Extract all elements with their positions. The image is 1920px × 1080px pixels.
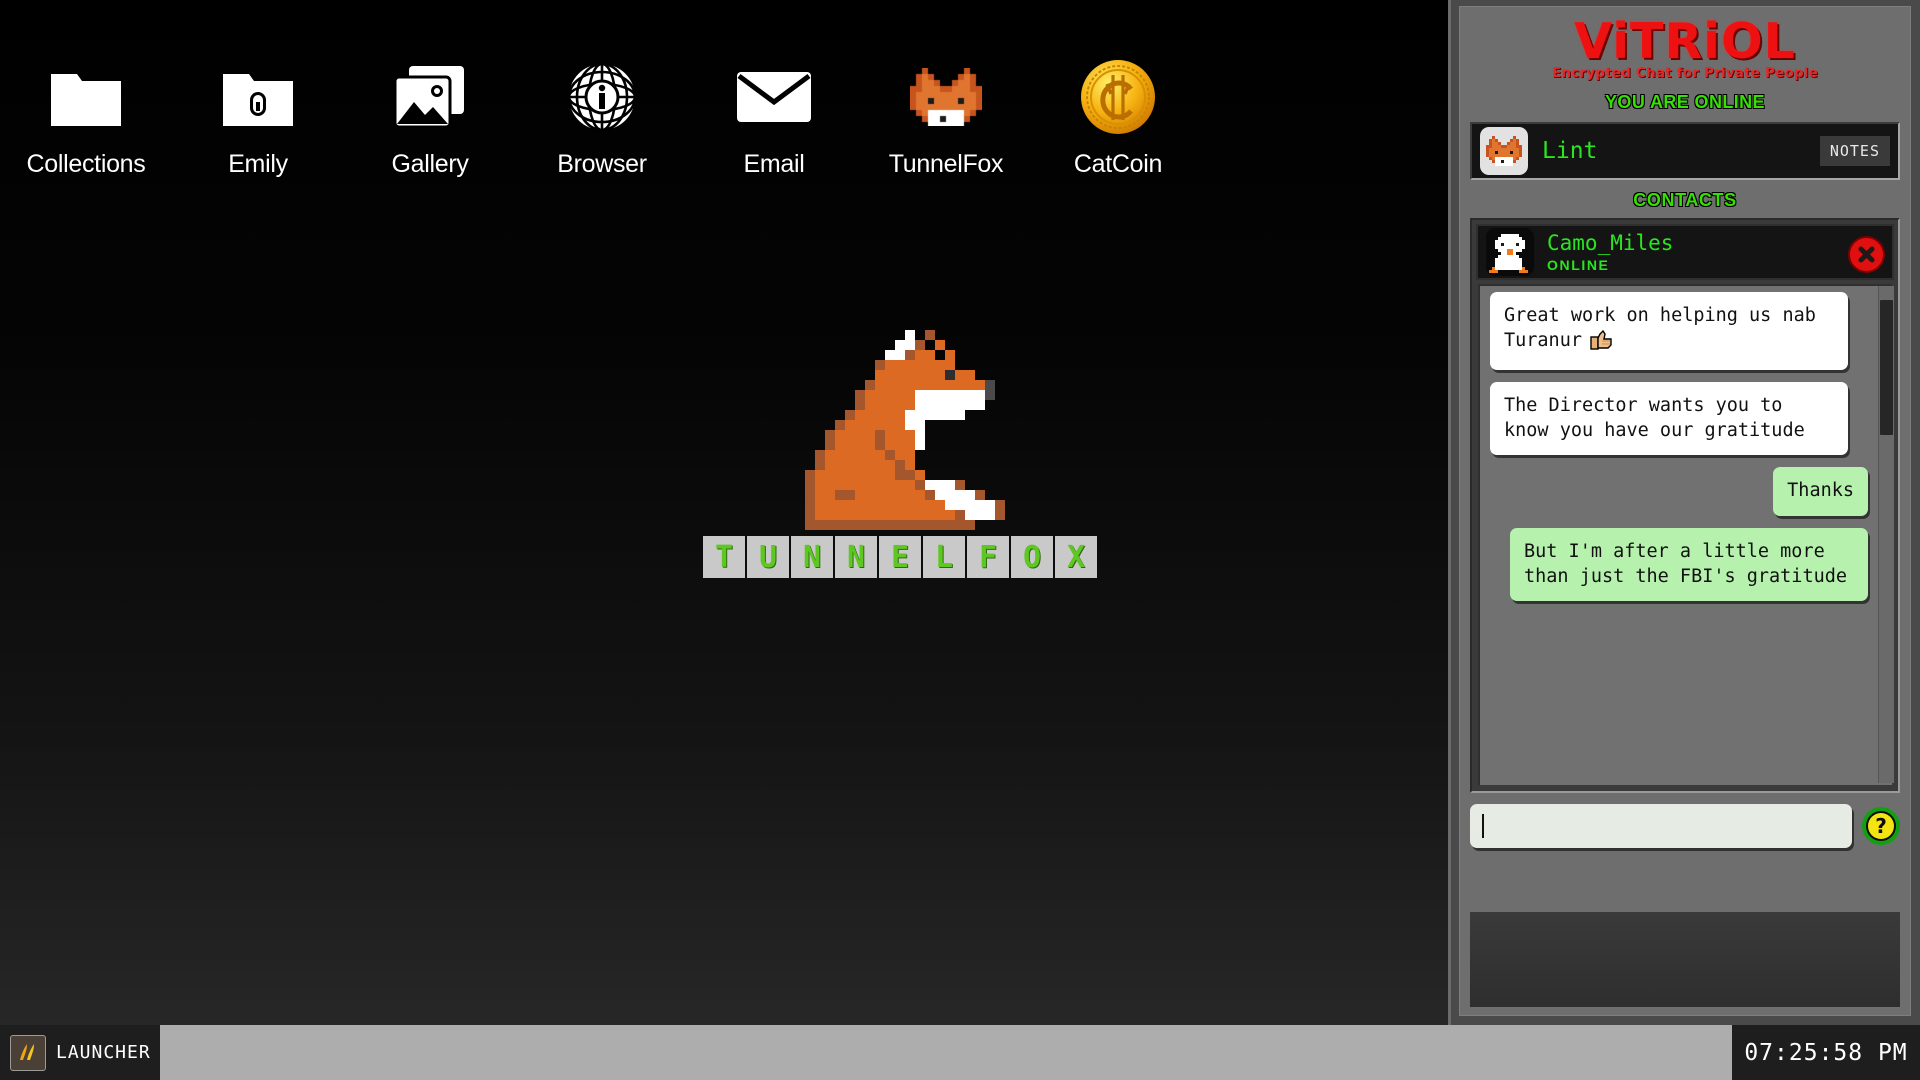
desktop-icon-row: Collections Emily Gallery Browser Email … <box>0 56 1240 196</box>
wordmark-tile: U <box>747 536 789 578</box>
vitriol-tagline: Encrypted Chat for Private People <box>1552 64 1818 81</box>
chat-input[interactable] <box>1470 803 1852 848</box>
launcher-button[interactable]: LAUNCHER <box>0 1025 160 1080</box>
desktop-icon-gallery[interactable]: Gallery <box>344 56 516 179</box>
contacts-header: CONTACTS <box>1633 189 1737 210</box>
taskbar: LAUNCHER 07:25:58 PM <box>0 1025 1920 1080</box>
my-profile-bar[interactable]: Lint NOTES <box>1470 121 1900 180</box>
message-scrollbar[interactable] <box>1878 285 1894 783</box>
desktop-icon-label: Gallery <box>391 150 469 178</box>
desktop-icon-tunnelfox[interactable]: TunnelFox <box>860 56 1032 179</box>
desktop-icon-label: Email <box>743 150 805 178</box>
desktop-icon-email[interactable]: Email <box>688 56 860 179</box>
message-composer: ? <box>1470 803 1900 848</box>
message-list[interactable]: Great work on helping us nab Turanur The … <box>1478 283 1892 785</box>
close-icon[interactable] <box>1848 235 1885 273</box>
contact-meta: Camo_Miles ONLINE <box>1547 232 1673 272</box>
taskbar-clock: 07:25:58 PM <box>1732 1025 1920 1080</box>
wallpaper-tunnelfox-art: TUNNELFOX <box>690 330 1110 620</box>
online-status-banner: YOU ARE ONLINE <box>1605 91 1765 112</box>
message-bubble: Great work on helping us nab Turanur <box>1490 291 1848 371</box>
vitriol-logo: ViTRiOL <box>1574 13 1796 70</box>
contact-name: Camo_Miles <box>1547 230 1674 255</box>
folder-icon <box>45 56 127 138</box>
conversation-window: Camo_Miles ONLINE Great work on helping … <box>1470 217 1900 793</box>
locked-folder-icon <box>217 56 299 138</box>
desktop-icon-emily[interactable]: Emily <box>172 56 344 179</box>
wordmark-tile: E <box>879 536 921 578</box>
wordmark-tile: O <box>1011 536 1053 578</box>
wordmark-tile: N <box>835 536 877 578</box>
wallpaper-wordmark: TUNNELFOX <box>690 536 1110 578</box>
desktop-icon-label: Emily <box>228 150 288 178</box>
thumbs-up-icon <box>1588 329 1614 359</box>
desktop[interactable]: Collections Emily Gallery Browser Email … <box>0 0 1448 1025</box>
desktop-icon-label: Browser <box>557 150 647 178</box>
desktop-icon-label: TunnelFox <box>888 150 1004 178</box>
taskbar-window-area[interactable] <box>160 1025 1732 1080</box>
envelope-icon <box>733 56 815 138</box>
wordmark-tile: L <box>923 536 965 578</box>
question-mark-icon: ? <box>1868 812 1894 839</box>
my-username: Lint <box>1542 137 1598 164</box>
screen: Collections Emily Gallery Browser Email … <box>0 0 1920 1080</box>
launcher-label: LAUNCHER <box>56 1042 151 1063</box>
photos-icon <box>389 56 471 138</box>
vitriol-chat-window: ViTRiOL Encrypted Chat for Private Peopl… <box>1448 0 1920 1025</box>
vitriol-window-body: ViTRiOL Encrypted Chat for Private Peopl… <box>1459 6 1911 1016</box>
globe-info-icon <box>561 56 643 138</box>
penguin-avatar <box>1486 227 1534 276</box>
message-bubble: But I'm after a little more than just th… <box>1510 527 1868 602</box>
launcher-flame-icon <box>10 1034 46 1071</box>
wordmark-tile: T <box>703 536 745 578</box>
message-bubble: Thanks <box>1773 467 1868 516</box>
fox-avatar <box>1480 126 1528 175</box>
desktop-icon-catcoin[interactable]: CatCoin <box>1032 56 1204 179</box>
desktop-icon-label: Collections <box>26 150 146 178</box>
contact-header-bar[interactable]: Camo_Miles ONLINE <box>1476 223 1894 280</box>
help-button[interactable]: ? <box>1862 806 1900 845</box>
scrollbar-thumb[interactable] <box>1880 299 1893 435</box>
gold-coin-icon <box>1077 56 1159 138</box>
text-caret <box>1482 813 1484 838</box>
fox-head-icon <box>905 56 987 138</box>
window-empty-area <box>1470 912 1900 1007</box>
desktop-icon-browser[interactable]: Browser <box>516 56 688 179</box>
notes-button[interactable]: NOTES <box>1819 135 1890 166</box>
desktop-icon-label: CatCoin <box>1073 150 1163 178</box>
contact-status: ONLINE <box>1547 256 1610 273</box>
message-bubble: The Director wants you to know you have … <box>1490 382 1848 456</box>
desktop-icon-collections[interactable]: Collections <box>0 56 172 179</box>
wordmark-tile: F <box>967 536 1009 578</box>
wordmark-tile: X <box>1055 536 1097 578</box>
wordmark-tile: N <box>791 536 833 578</box>
